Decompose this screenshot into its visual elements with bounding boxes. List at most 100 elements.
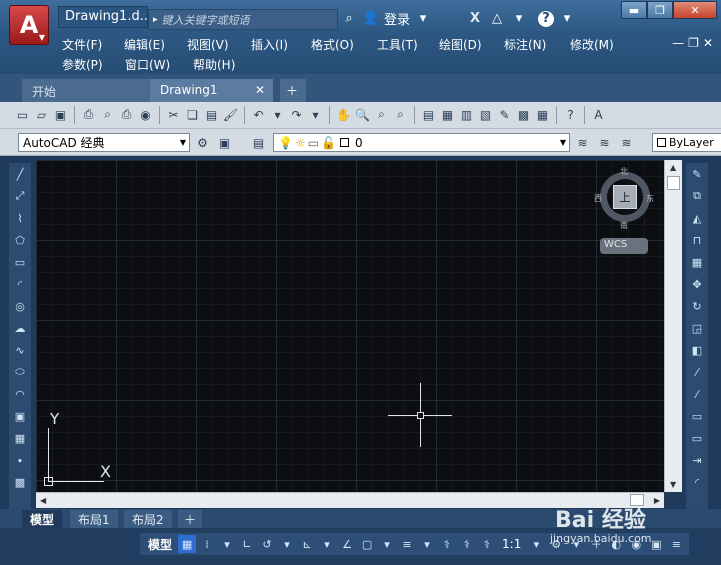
grid-icon[interactable]: ▦ [178,535,197,553]
compass-south[interactable]: 南 [620,220,628,231]
tab-model[interactable]: 模型 [22,510,63,528]
search-input[interactable]: ▸ 键入关键字或短语 [148,9,338,30]
menu-view[interactable]: 视图(V) [187,36,251,53]
minimize-button[interactable]: ▬ [621,1,647,19]
help-icon[interactable]: ? [538,10,555,27]
markup-icon[interactable]: ✎ [496,106,513,123]
polyline-icon[interactable]: ⌇ [11,209,29,227]
drawing-canvas[interactable]: Y X 上 北 南 东 西 WCS [36,160,664,492]
extend-icon[interactable]: ⁄ [688,385,706,403]
zoom-window-icon[interactable]: ⌕ [373,106,390,123]
menu-format[interactable]: 格式(O) [311,36,377,53]
infer-constraints-icon[interactable]: ∟ [238,535,256,553]
close-button[interactable]: ✕ [673,1,717,19]
lineweight-icon[interactable]: ≡ [398,535,416,553]
new-icon[interactable]: ▭ [14,106,31,123]
dynamic-input-icon[interactable]: ↺ [258,535,276,553]
plot-icon[interactable]: ⎙ [80,106,97,123]
menu-draw[interactable]: 绘图(D) [439,36,504,53]
mirror-icon[interactable]: ◭ [688,209,706,227]
menu-insert[interactable]: 插入(I) [251,36,311,53]
tab-layout1[interactable]: 布局1 [70,510,118,528]
chevron-down-icon[interactable]: ▾ [318,535,336,553]
zoom-previous-icon[interactable]: ⌕ [392,106,409,123]
exchange-icon[interactable]: X [466,10,484,28]
login-button[interactable]: 登录 [384,9,410,28]
ellipse-arc-icon[interactable]: ◠ [11,385,29,403]
hatch-icon[interactable]: ▩ [11,473,29,491]
chevron-down-icon[interactable]: ▾ [378,535,396,553]
point-icon[interactable]: ∙ [11,451,29,469]
menu-dimension[interactable]: 标注(N) [504,36,570,53]
make-current-icon[interactable]: ≋ [574,134,591,151]
menu-icon[interactable]: ≡ [667,535,685,553]
scroll-up-icon[interactable]: ▲ [670,163,676,172]
model-space-button[interactable]: 模型 [144,536,176,553]
help-icon[interactable]: ? [562,106,579,123]
arc-icon[interactable]: ◜ [11,275,29,293]
annotation-scale-icon[interactable]: ⚕ [478,535,496,553]
menu-window[interactable]: 窗口(W) [125,56,193,73]
binoculars-icon[interactable]: ⌕ [340,10,358,28]
spline-icon[interactable]: ∿ [11,341,29,359]
chevron-down-icon[interactable]: ▾ [527,535,545,553]
scale-icon[interactable]: ◲ [688,319,706,337]
3d-print-icon[interactable]: ◉ [137,106,154,123]
chevron-down-icon[interactable]: ▾ [510,10,528,28]
vertical-scrollbar[interactable]: ▲ ▼ [664,160,682,492]
offset-icon[interactable]: ⊓ [688,231,706,249]
compass-north[interactable]: 北 [620,166,628,177]
new-tab-button[interactable]: ＋ [280,79,306,102]
chevron-down-icon[interactable]: ▾ [218,535,236,553]
publish-icon[interactable]: ⎙ [118,106,135,123]
compass-west[interactable]: 西 [594,193,602,204]
match-properties-icon[interactable]: 🖌 [222,106,239,123]
break-icon[interactable]: ▭ [688,407,706,425]
rotate-icon[interactable]: ↻ [688,297,706,315]
layer-properties-icon[interactable]: ▤ [250,134,267,151]
isodraft-icon[interactable]: ∠ [338,535,356,553]
viewcube-face[interactable]: 上 [613,185,637,209]
copy-object-icon[interactable]: ⧉ [688,187,706,205]
chevron-down-icon[interactable]: ▾ [414,10,432,28]
chevron-down-icon[interactable]: ▾ [418,535,436,553]
rectangle-icon[interactable]: ▭ [11,253,29,271]
block-editor-icon[interactable]: ▩ [515,106,532,123]
chevron-down-icon[interactable]: ▾ [307,106,324,123]
trim-icon[interactable]: ⁄ [688,363,706,381]
chevron-down-icon[interactable]: ▾ [278,535,296,553]
layer-previous-icon[interactable]: ≋ [596,134,613,151]
auto-scale-icon[interactable]: ⚕ [458,535,476,553]
ortho-icon[interactable]: ⊾ [298,535,316,553]
menu-modify[interactable]: 修改(M) [570,36,620,53]
redo-icon[interactable]: ↷ [288,106,305,123]
tool-palettes-icon[interactable]: ▥ [458,106,475,123]
chevron-down-icon[interactable]: ▾ [558,10,576,28]
scroll-right-icon[interactable]: ▶ [654,496,660,505]
tab-drawing1[interactable]: Drawing1 ✕ [150,79,273,102]
user-icon[interactable]: 👤 [362,10,380,28]
polygon-icon[interactable]: ⬠ [11,231,29,249]
doc-minimize-button[interactable]: — [672,36,684,50]
insert-block-icon[interactable]: ▣ [11,407,29,425]
text-style-icon[interactable]: A [590,106,607,123]
add-layout-button[interactable]: ＋ [178,510,203,528]
vertical-scroll-thumb[interactable] [667,176,680,190]
pan-icon[interactable]: ✋ [335,106,352,123]
undo-icon[interactable]: ↶ [250,106,267,123]
customize-icon[interactable]: ▣ [216,134,233,151]
paste-icon[interactable]: ▤ [203,106,220,123]
snap-icon[interactable]: ⁞ [198,535,216,553]
layer-select[interactable]: 💡 ☼ ▭ 🔓 0 ▼ [273,133,570,152]
maximize-button[interactable]: ❐ [647,1,673,19]
scroll-left-icon[interactable]: ◀ [40,496,46,505]
save-icon[interactable]: ▣ [52,106,69,123]
ellipse-icon[interactable]: ⬭ [11,363,29,381]
join-icon[interactable]: ▭ [688,429,706,447]
wcs-menu[interactable]: WCS [600,238,648,254]
tab-start[interactable]: 开始 [22,79,152,102]
fillet-icon[interactable]: ◜ [688,473,706,491]
menu-help[interactable]: 帮助(H) [193,56,253,73]
doc-close-button[interactable]: ✕ [703,36,713,50]
annotation-visibility-icon[interactable]: ⚕ [438,535,456,553]
